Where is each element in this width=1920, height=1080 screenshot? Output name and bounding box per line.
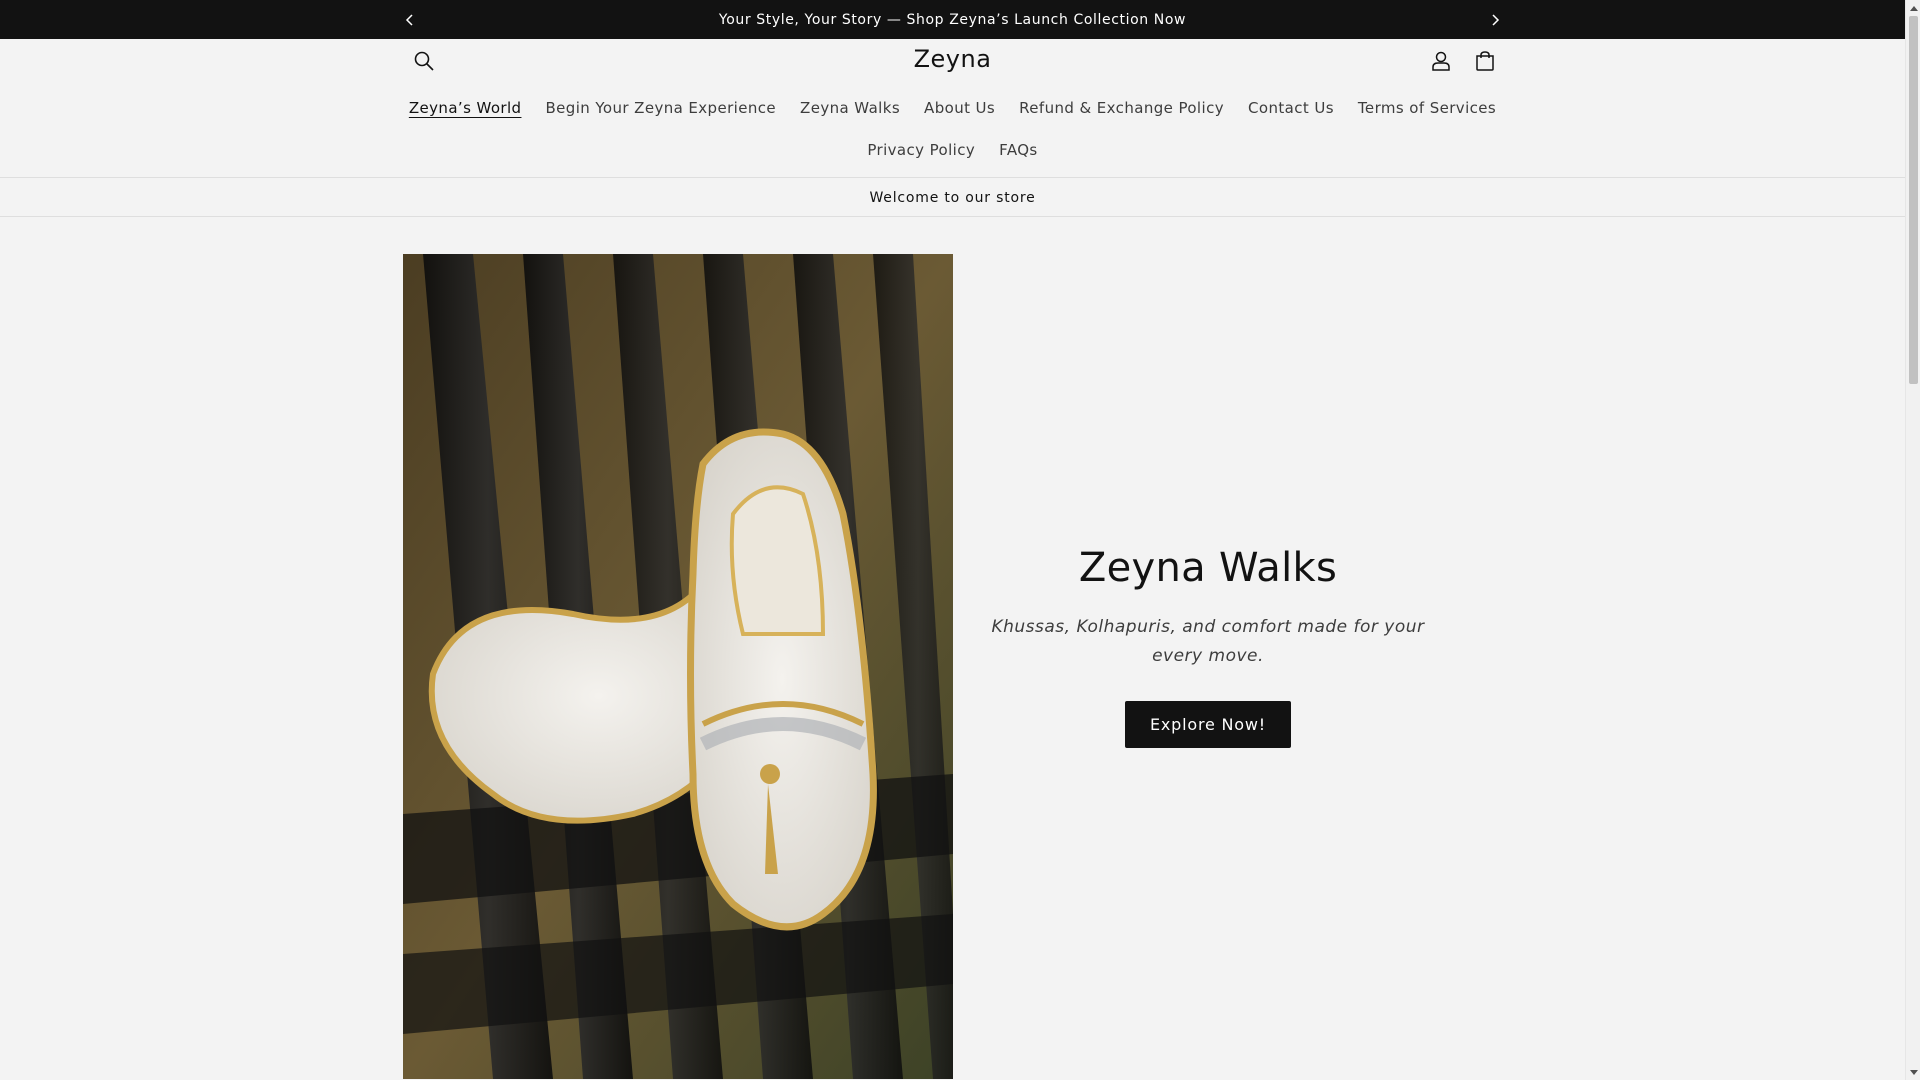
account-icon: [1432, 51, 1450, 71]
cart-button[interactable]: [1463, 39, 1507, 83]
scroll-thumb[interactable]: [1909, 16, 1918, 384]
nav-item-terms[interactable]: Terms of Services: [1346, 93, 1508, 123]
scroll-up-arrow[interactable]: [1906, 0, 1920, 15]
explore-now-button[interactable]: Explore Now!: [1125, 701, 1291, 748]
chevron-left-icon: [405, 13, 413, 26]
welcome-text: Welcome to our store: [869, 189, 1036, 206]
nav-item-about-us[interactable]: About Us: [912, 93, 1007, 123]
hero-subtitle: Khussas, Kolhapuris, and comfort made fo…: [991, 617, 1425, 666]
nav-item-zeyna-walks[interactable]: Zeyna Walks: [788, 93, 912, 123]
chevron-right-icon: [1492, 13, 1500, 26]
account-button[interactable]: [1419, 39, 1463, 83]
nav-item-refund-policy[interactable]: Refund & Exchange Policy: [1007, 93, 1236, 123]
nav-item-privacy-policy[interactable]: Privacy Policy: [855, 135, 987, 165]
announcement-prev-button[interactable]: [390, 0, 430, 39]
announcement-text[interactable]: Your Style, Your Story — Shop Zeyna’s La…: [719, 12, 1186, 28]
hero-title: Zeyna Walks: [1078, 545, 1338, 591]
welcome-banner: Welcome to our store: [0, 179, 1905, 217]
nav-item-contact-us[interactable]: Contact Us: [1236, 93, 1346, 123]
announcement-bar: Your Style, Your Story — Shop Zeyna’s La…: [0, 0, 1905, 39]
scroll-up-icon: [1909, 5, 1918, 11]
site-logo[interactable]: Zeyna: [0, 45, 1905, 73]
announcement-next-button[interactable]: [1475, 0, 1515, 39]
hero-image: [403, 254, 953, 1079]
scroll-down-arrow[interactable]: [1906, 1065, 1920, 1080]
main-nav-row-2: Privacy Policy FAQs: [0, 135, 1905, 165]
scroll-down-icon: [1909, 1069, 1918, 1075]
page-scrollbar[interactable]: [1905, 0, 1920, 1080]
cart-icon: [1476, 51, 1494, 71]
nav-item-zeynas-world[interactable]: Zeyna’s World: [397, 93, 534, 123]
nav-item-begin-experience[interactable]: Begin Your Zeyna Experience: [533, 93, 788, 123]
hero-content: Zeyna Walks Khussas, Kolhapuris, and com…: [953, 254, 1463, 1079]
nav-item-faqs[interactable]: FAQs: [987, 135, 1049, 165]
main-nav: Zeyna’s World Begin Your Zeyna Experienc…: [0, 93, 1905, 123]
shoes-photo: [403, 254, 953, 1079]
site-header: Zeyna Zeyna’s World Begin Your Zeyna Exp…: [0, 39, 1905, 178]
